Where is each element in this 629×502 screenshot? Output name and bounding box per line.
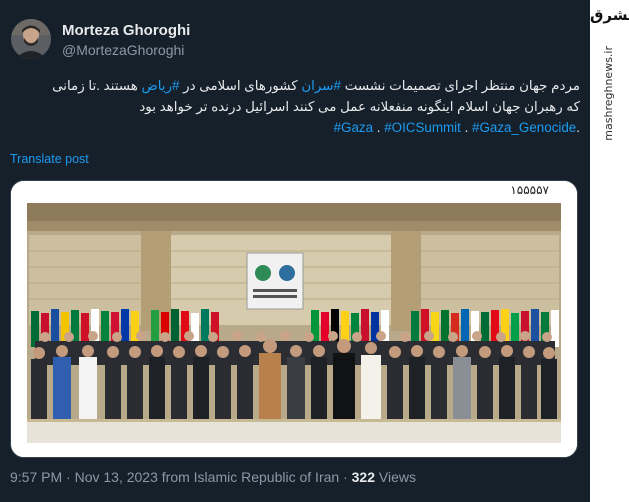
- author-name[interactable]: Morteza Ghoroghi: [62, 22, 190, 39]
- tweet-date[interactable]: Nov 13, 2023: [75, 469, 158, 485]
- separator: .: [460, 120, 473, 135]
- author-handle[interactable]: @MortezaGhoroghi: [62, 42, 184, 58]
- views-label: Views: [378, 469, 416, 485]
- text-segment: مردم جهان منتظر اجرای تصمیمات نشست: [340, 78, 580, 93]
- text-end: .: [576, 120, 580, 135]
- separator-dot: ·: [343, 469, 348, 485]
- mashregh-watermark: مشرق mashreghnews.ir: [590, 0, 629, 502]
- tweet-source: from Islamic Republic of Iran: [161, 469, 340, 485]
- hashtag-oicsummit[interactable]: #OICSummit: [384, 120, 461, 135]
- views-count: 322: [351, 469, 375, 485]
- tweet-line-3: #Gaza . #OICSummit . #Gaza_Genocide.: [10, 117, 580, 138]
- media-photo[interactable]: ۱۵۵۵۵۷: [10, 180, 578, 458]
- separator-dot: ·: [66, 469, 71, 485]
- tweet-line-2: که رهبران جهان اسلام اینگونه منفعلانه عم…: [139, 99, 580, 114]
- tweet-time[interactable]: 9:57 PM: [10, 469, 62, 485]
- text-segment: کشورهای اسلامی در: [179, 78, 302, 93]
- media-caption: ۱۵۵۵۵۷: [510, 183, 549, 197]
- hashtag-riyadh[interactable]: #ریاض: [142, 78, 180, 93]
- hashtag-gaza-genocide[interactable]: #Gaza_Genocide: [472, 120, 576, 135]
- tweet-meta: 9:57 PM · Nov 13, 2023 from Islamic Repu…: [10, 469, 416, 485]
- separator: .: [373, 120, 385, 135]
- tweet-line-1: مردم جهان منتظر اجرای تصمیمات نشست #سران…: [10, 75, 580, 96]
- hashtag-saran[interactable]: #سران: [301, 78, 341, 93]
- hashtag-gaza[interactable]: #Gaza: [334, 120, 373, 135]
- avatar[interactable]: [11, 19, 51, 59]
- avatar-image: [11, 19, 51, 59]
- mashregh-logo: مشرق: [590, 6, 629, 24]
- tweet: Morteza Ghoroghi @MortezaGhoroghi مردم ج…: [0, 0, 590, 502]
- mashregh-url: mashreghnews.ir: [602, 46, 615, 141]
- tweet-text: مردم جهان منتظر اجرای تصمیمات نشست #سران…: [10, 75, 580, 138]
- summit-group-photo: [11, 181, 577, 457]
- translate-post-link[interactable]: Translate post: [10, 152, 89, 166]
- text-segment: هستند .تا زمانی: [52, 78, 142, 93]
